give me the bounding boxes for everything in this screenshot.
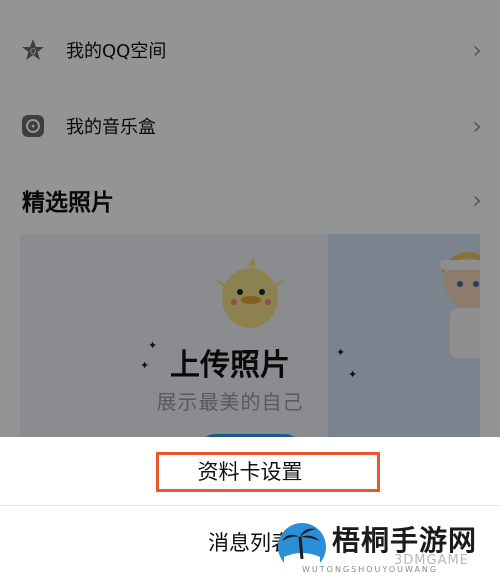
highlight-box — [156, 452, 380, 492]
modal-dim-overlay[interactable] — [0, 0, 500, 437]
watermark-subtitle: WUTONGSHOUYOUWANG — [302, 565, 439, 574]
watermark: 梧桐手游网 3DMGAME WUTONGSHOUYOUWANG — [272, 519, 500, 577]
